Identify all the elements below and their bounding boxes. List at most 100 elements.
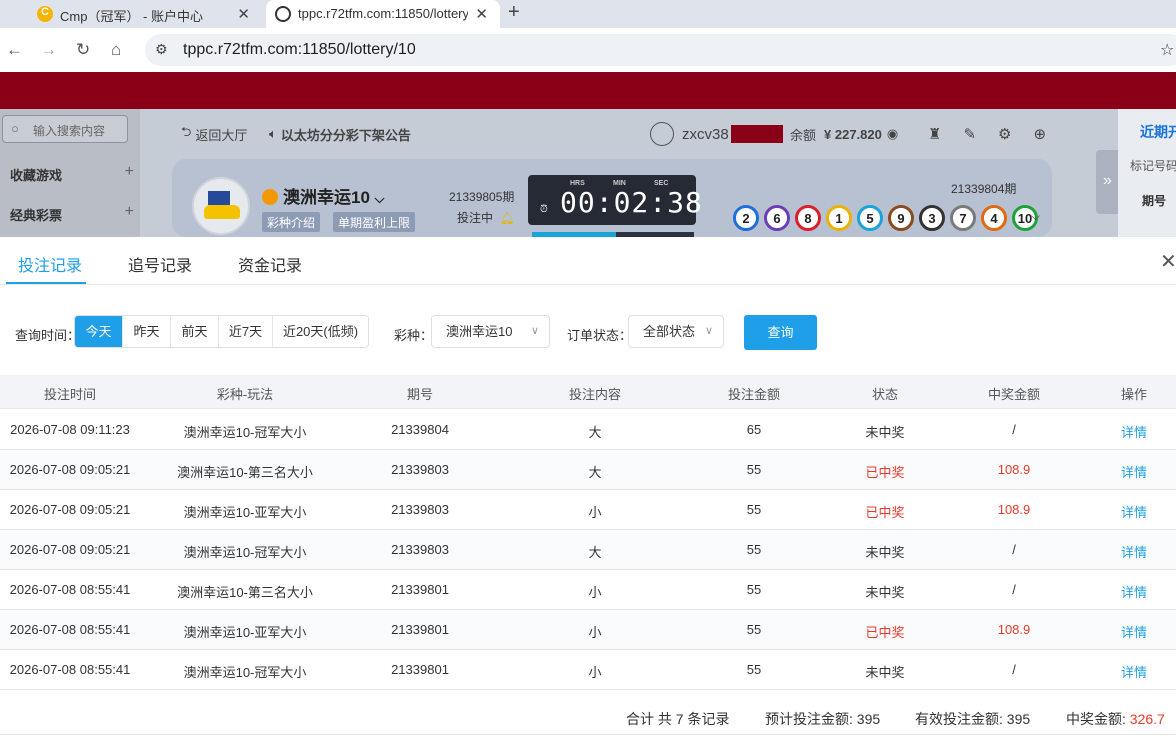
back-lobby-link[interactable]: ⮌ 返回大厅 bbox=[181, 109, 247, 159]
cell-win: / bbox=[1012, 582, 1016, 597]
user-info[interactable]: zxcv38 bbox=[650, 109, 783, 159]
plus-icon[interactable]: + bbox=[125, 163, 134, 181]
time-option-7days[interactable]: 近7天 bbox=[219, 316, 273, 347]
result-ball: 8 bbox=[795, 205, 821, 231]
cell-time: 2026-07-08 09:11:23 bbox=[10, 422, 130, 437]
site-settings-icon[interactable]: ⚙ bbox=[155, 41, 168, 58]
time-option-today[interactable]: 今天 bbox=[75, 316, 123, 347]
bookmark-star-icon[interactable]: ☆ bbox=[1160, 40, 1174, 60]
detail-link[interactable]: 详情 bbox=[1094, 542, 1174, 561]
cell-game: 澳洲幸运10-第三名大小 bbox=[177, 465, 313, 480]
time-option-yesterday[interactable]: 昨天 bbox=[123, 316, 171, 347]
status-select[interactable]: 全部状态 ∨ bbox=[628, 315, 724, 348]
game-logo bbox=[192, 177, 250, 235]
single-limit-button[interactable]: 单期盈利上限 bbox=[333, 212, 416, 232]
issue-column: 期号 bbox=[1142, 194, 1167, 208]
cell-time: 2026-07-08 08:55:41 bbox=[9, 622, 131, 637]
game-select-value: 澳洲幸运10 bbox=[446, 324, 513, 339]
eye-icon[interactable]: ◉ bbox=[887, 126, 898, 142]
detail-link[interactable]: 详情 bbox=[1094, 662, 1174, 681]
time-option-day-before[interactable]: 前天 bbox=[171, 316, 219, 347]
timer-digits: 00:02:38 bbox=[560, 186, 703, 219]
detail-link[interactable]: 详情 bbox=[1094, 462, 1174, 481]
cell-issue: 21339801 bbox=[391, 582, 449, 597]
globe-icon[interactable]: ⊕ bbox=[1033, 125, 1046, 143]
tab-fund-records[interactable]: 资金记录 bbox=[238, 252, 302, 276]
expected-value: 395 bbox=[856, 711, 881, 727]
detail-link[interactable]: 详情 bbox=[1094, 422, 1174, 441]
game-select[interactable]: 澳洲幸运10 ∨ bbox=[431, 315, 550, 348]
tab-favicon-icon bbox=[37, 6, 53, 22]
home-icon[interactable]: ⌂ bbox=[111, 40, 121, 60]
cell-content: 小 bbox=[588, 505, 602, 520]
cell-content: 大 bbox=[588, 465, 602, 480]
col-status: 状态 bbox=[871, 387, 898, 402]
result-ball: 9 bbox=[888, 205, 914, 231]
col-content: 投注内容 bbox=[568, 387, 621, 402]
cell-game: 澳洲幸运10-冠军大小 bbox=[183, 545, 307, 560]
cell-game: 澳洲幸运10-冠军大小 bbox=[183, 425, 307, 440]
game-selector[interactable]: 澳洲幸运10 ⌵ bbox=[262, 183, 385, 208]
sidebar-item-label: 经典彩票 bbox=[10, 208, 63, 223]
time-option-20days[interactable]: 近20天(低频) bbox=[273, 316, 368, 347]
new-tab-icon[interactable]: + bbox=[508, 1, 520, 24]
cell-amount: 55 bbox=[746, 582, 762, 597]
rank-icon[interactable]: ♜ bbox=[928, 125, 941, 143]
notice-link[interactable]: 🔈︎ 以太坊分分彩下架公告 bbox=[269, 109, 411, 159]
reload-icon[interactable]: ↻ bbox=[76, 40, 90, 60]
result-ball: 5 bbox=[857, 205, 883, 231]
cell-win: 108.9 bbox=[997, 462, 1031, 477]
cell-issue: 21339801 bbox=[391, 622, 449, 637]
cell-time: 2026-07-08 09:05:21 bbox=[9, 542, 131, 557]
detail-link[interactable]: 详情 bbox=[1094, 582, 1174, 601]
balance-label: 余额 bbox=[790, 127, 817, 143]
search-input[interactable]: ○ 输入搜索内容 bbox=[2, 115, 128, 143]
edit-icon[interactable]: ✎ bbox=[963, 125, 976, 143]
detail-link[interactable]: 详情 bbox=[1094, 502, 1174, 521]
close-tab-icon[interactable]: ✕ bbox=[237, 5, 250, 23]
chevron-down-icon: ⌵ bbox=[374, 191, 385, 206]
cell-issue: 21339803 bbox=[391, 542, 449, 557]
tab-chase-records[interactable]: 追号记录 bbox=[128, 252, 192, 276]
detail-link[interactable]: 详情 bbox=[1094, 622, 1174, 641]
cell-time: 2026-07-08 09:05:21 bbox=[9, 462, 131, 477]
valid-label: 有效投注金额: bbox=[915, 711, 1007, 727]
sidebar-item-favorites[interactable]: 收藏游戏 + bbox=[10, 163, 134, 184]
redacted-block bbox=[730, 125, 783, 143]
back-arrow-icon[interactable]: ← bbox=[6, 40, 23, 60]
query-button[interactable]: 查询 bbox=[744, 315, 817, 350]
sidebar-item-classic[interactable]: 经典彩票 + bbox=[10, 203, 134, 224]
table-row: 2026-07-08 08:55:41 澳洲幸运10-第三名大小 21339801 小… bbox=[0, 570, 1176, 610]
address-bar: ← → ↻ ⌂ ⚙ tppc.r72tfm.com:11850/lottery/… bbox=[0, 28, 1176, 72]
browser-tab-lottery[interactable]: tppc.r72tfm.com:11850/lottery/10 ✕ bbox=[266, 0, 500, 28]
cell-win: / bbox=[1012, 542, 1016, 557]
crown-icon bbox=[262, 189, 278, 205]
win-amount-total: 中奖金额: 326.7 bbox=[1066, 709, 1165, 729]
search-placeholder: 输入搜索内容 bbox=[33, 124, 106, 138]
url-field[interactable]: ⚙ tppc.r72tfm.com:11850/lottery/10 bbox=[145, 34, 1176, 66]
close-tab-icon[interactable]: ✕ bbox=[475, 5, 488, 23]
table-row: 2026-07-08 09:11:23 澳洲幸运10-冠军大小 21339804 大 6… bbox=[0, 410, 1176, 450]
forward-arrow-icon[interactable]: → bbox=[40, 40, 57, 60]
plus-icon[interactable]: + bbox=[125, 203, 134, 221]
url-text[interactable]: tppc.r72tfm.com:11850/lottery/10 bbox=[183, 41, 416, 59]
cell-time: 2026-07-08 08:55:41 bbox=[9, 582, 131, 597]
gear-icon[interactable]: ⚙ bbox=[998, 125, 1011, 143]
chevron-down-icon[interactable]: ⌵ bbox=[1031, 209, 1040, 224]
return-icon: ⮌ bbox=[181, 124, 192, 139]
valid-amount: 有效投注金额: 395 bbox=[915, 709, 1030, 729]
table-row: 2026-07-08 08:55:41 澳洲幸运10-冠军大小 21339801 小 5… bbox=[0, 650, 1176, 690]
tab-bet-records[interactable]: 投注记录 bbox=[18, 252, 82, 276]
collapse-panel-button[interactable]: » bbox=[1096, 150, 1120, 214]
mark-numbers[interactable]: 标记号码 bbox=[1130, 157, 1176, 174]
cell-time: 2026-07-08 09:05:21 bbox=[9, 502, 131, 517]
table-footer: 合计 共 7 条记录 预计投注金额: 395 有效投注金额: 395 中奖金额:… bbox=[0, 699, 1176, 735]
globe-icon bbox=[275, 6, 291, 22]
browser-tab-account[interactable]: Cmp（冠军） - 账户中心 ✕ bbox=[0, 0, 262, 28]
close-icon[interactable]: ✕ bbox=[1160, 249, 1176, 274]
cell-issue: 21339803 bbox=[391, 502, 449, 517]
cell-status: 已中奖 bbox=[865, 625, 905, 640]
flag-icon bbox=[208, 191, 230, 205]
cell-content: 小 bbox=[588, 625, 602, 640]
game-intro-button[interactable]: 彩种介绍 bbox=[262, 212, 321, 232]
